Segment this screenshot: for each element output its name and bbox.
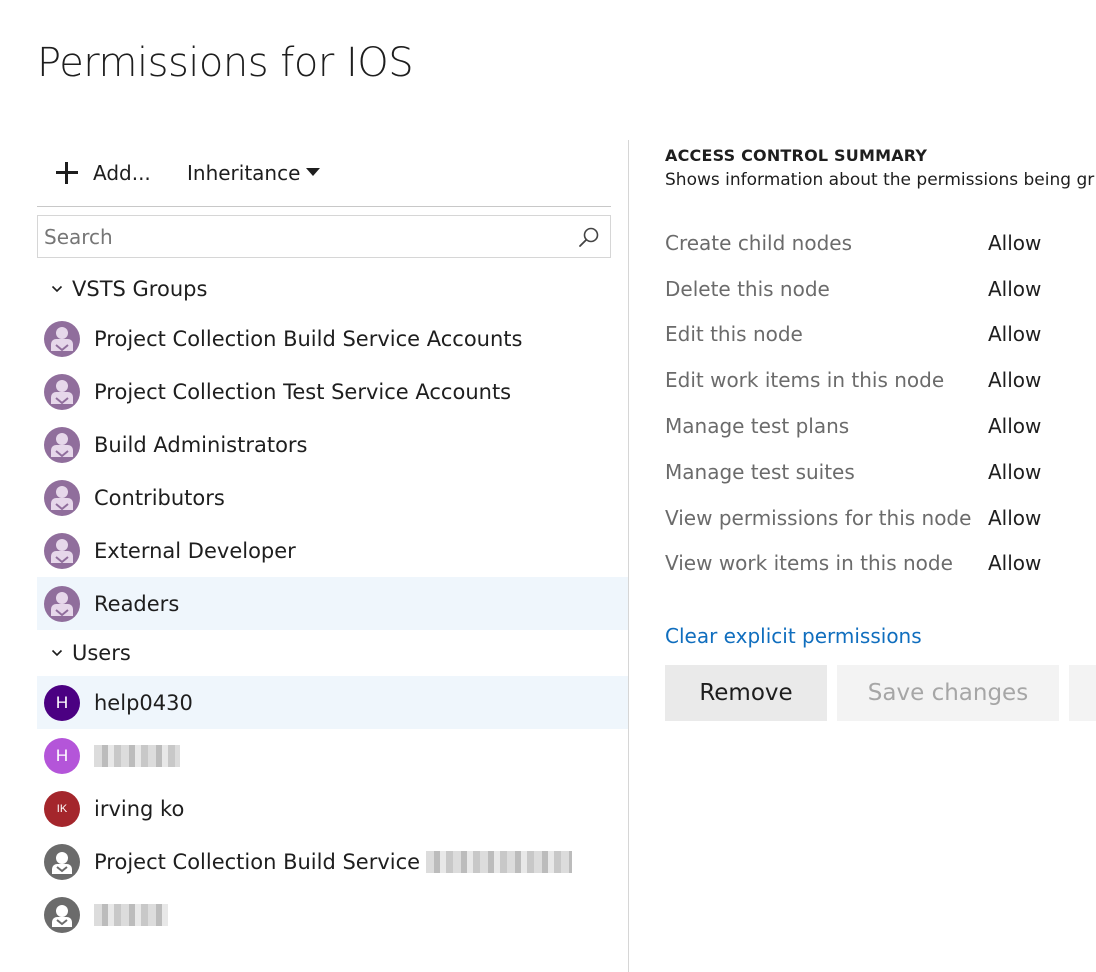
group-name: Project Collection Build Service Account… — [94, 326, 523, 351]
permission-name: Manage test plans — [665, 414, 850, 439]
clear-explicit-permissions-link[interactable]: Clear explicit permissions — [665, 624, 922, 648]
add-button[interactable]: Add... — [55, 157, 151, 189]
group-avatar-icon — [44, 479, 80, 516]
undo-button[interactable] — [1069, 665, 1096, 722]
group-name: Readers — [94, 591, 180, 616]
save-changes-button[interactable]: Save changes — [837, 665, 1059, 722]
permission-value: Allow — [988, 459, 1042, 484]
group-name: Project Collection Test Service Accounts — [94, 379, 512, 404]
user-row[interactable]: Project Collection Build Service — [37, 835, 628, 888]
search-icon[interactable] — [578, 226, 600, 248]
permission-name: View work items in this node — [665, 551, 953, 576]
add-label: Add... — [93, 161, 151, 185]
user-avatar-icon: H — [44, 737, 80, 774]
group-row[interactable]: Project Collection Build Service Account… — [37, 312, 628, 365]
permission-row: Manage test suites Allow — [665, 449, 1096, 495]
search-box — [37, 215, 611, 258]
group-name: External Developer — [94, 538, 296, 563]
permission-name: View permissions for this node — [665, 505, 972, 530]
page-title: Permissions for IOS — [37, 40, 414, 86]
user-row-selected[interactable]: H help0430 — [37, 676, 628, 729]
permission-row: Edit this node Allow — [665, 312, 1096, 358]
group-avatar-icon — [44, 320, 80, 357]
permission-value: Allow — [988, 505, 1042, 530]
permission-name: Edit this node — [665, 322, 803, 347]
section-users[interactable]: Users — [37, 630, 628, 676]
permission-row: Delete this node Allow — [665, 266, 1096, 312]
group-row-selected[interactable]: Readers — [37, 577, 628, 630]
group-row[interactable]: Build Administrators — [37, 418, 628, 471]
identity-toolbar: Add... Inheritance — [37, 140, 611, 207]
permission-list: Create child nodes Allow Delete this nod… — [665, 220, 1096, 586]
permission-row: Manage test plans Allow — [665, 403, 1096, 449]
service-avatar-icon — [44, 896, 80, 933]
avatar-initial: H — [55, 745, 69, 765]
group-avatar-icon — [44, 426, 80, 463]
permission-value: Allow — [988, 276, 1042, 301]
identity-panel: Add... Inheritance VSTS Groups P — [37, 140, 628, 941]
group-avatar-icon — [44, 373, 80, 410]
permission-name: Edit work items in this node — [665, 368, 945, 393]
permission-row: Create child nodes Allow — [665, 220, 1096, 266]
inheritance-dropdown[interactable]: Inheritance — [187, 157, 321, 189]
avatar-initial: H — [55, 692, 69, 712]
group-row[interactable]: External Developer — [37, 524, 628, 577]
section-vsts-groups[interactable]: VSTS Groups — [37, 266, 628, 312]
permission-value: Allow — [988, 368, 1042, 393]
redacted-user-name — [94, 903, 168, 926]
service-avatar-icon — [44, 843, 80, 880]
user-row[interactable] — [37, 888, 628, 941]
chevron-down-icon — [51, 285, 63, 293]
inheritance-label: Inheritance — [187, 161, 301, 185]
user-avatar-icon: IK — [44, 790, 80, 827]
user-name: help0430 — [94, 690, 193, 715]
permission-value: Allow — [988, 322, 1042, 347]
action-buttons: Remove Save changes — [665, 665, 1096, 722]
summary-description: Shows information about the permissions … — [665, 170, 1095, 190]
permission-row: View permissions for this node Allow — [665, 495, 1096, 541]
section-label: Users — [72, 641, 131, 665]
permission-name: Manage test suites — [665, 459, 855, 484]
permission-value: Allow — [988, 551, 1042, 576]
plus-icon — [55, 161, 79, 185]
access-summary-panel: ACCESS CONTROL SUMMARY Shows information… — [665, 140, 1096, 972]
permission-name: Create child nodes — [665, 230, 852, 255]
permissions-page: Permissions for IOS Add... Inheritance S… — [0, 0, 1096, 972]
avatar-initial: IK — [56, 802, 68, 815]
permission-value: Allow — [988, 230, 1042, 255]
search-input[interactable] — [38, 216, 610, 257]
permission-row: Edit work items in this node Allow — [665, 357, 1096, 403]
user-row[interactable]: H — [37, 729, 628, 782]
user-name: irving ko — [94, 796, 185, 821]
user-name: Project Collection Build Service — [94, 849, 421, 874]
group-avatar-icon — [44, 585, 80, 622]
permission-name: Delete this node — [665, 276, 830, 301]
redacted-user-name — [426, 850, 573, 873]
permission-value: Allow — [988, 414, 1042, 439]
summary-title: ACCESS CONTROL SUMMARY — [665, 146, 928, 165]
group-name: Build Administrators — [94, 432, 308, 457]
user-avatar-icon: H — [44, 684, 80, 721]
section-label: VSTS Groups — [72, 277, 208, 301]
group-avatar-icon — [44, 532, 80, 569]
redacted-user-name — [94, 744, 180, 767]
group-name: Contributors — [94, 485, 225, 510]
remove-button[interactable]: Remove — [665, 665, 827, 722]
group-row[interactable]: Contributors — [37, 471, 628, 524]
permission-row: View work items in this node Allow — [665, 541, 1096, 587]
caret-down-icon — [306, 168, 321, 176]
panel-divider — [628, 140, 629, 972]
group-row[interactable]: Project Collection Test Service Accounts — [37, 365, 628, 418]
chevron-down-icon — [51, 649, 63, 657]
user-row[interactable]: IK irving ko — [37, 782, 628, 835]
